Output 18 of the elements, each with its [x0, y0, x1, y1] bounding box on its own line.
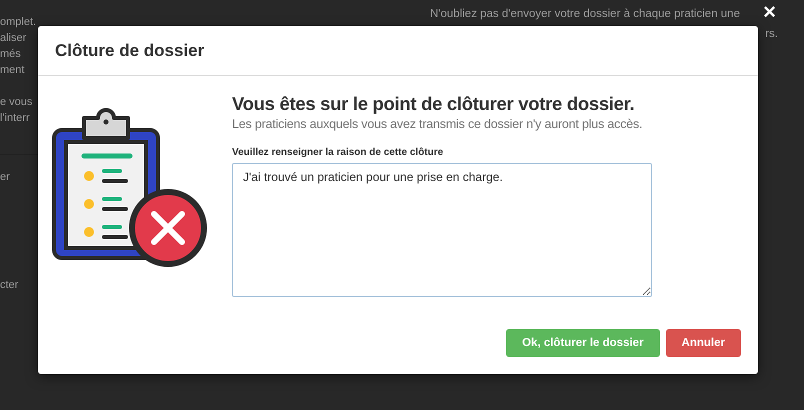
reason-field[interactable]: J'ai trouvé un praticien pour une prise en charge. — [232, 163, 652, 297]
background-label: cter — [0, 278, 18, 293]
background-text: N'oubliez pas d'envoyer votre dossier à chaque praticien une — [430, 7, 740, 22]
field-label: Veuillez renseigner la raison de cette clôture — [232, 147, 444, 158]
modal-title: Clôture de dossier — [55, 40, 204, 60]
heading: Vous êtes sur le point de clôturer votre dossier. — [232, 92, 634, 116]
background-text: l'interr — [0, 111, 30, 126]
background-text: omplet. — [0, 15, 36, 30]
background-text: rs. — [765, 27, 778, 42]
clipboard-close-icon — [50, 106, 208, 268]
background-text: aliser — [0, 31, 26, 46]
cancel-button[interactable]: Annuler — [666, 329, 741, 357]
background-text: més — [0, 47, 21, 62]
background-text: ment — [0, 63, 24, 78]
background-label: er — [0, 170, 10, 185]
subtitle: Les praticiens auxquels vous avez transmis ce dossier n'y auront plus accès. — [232, 117, 642, 131]
close-button[interactable]: × — [763, 2, 776, 22]
background-text: e vous — [0, 95, 32, 110]
